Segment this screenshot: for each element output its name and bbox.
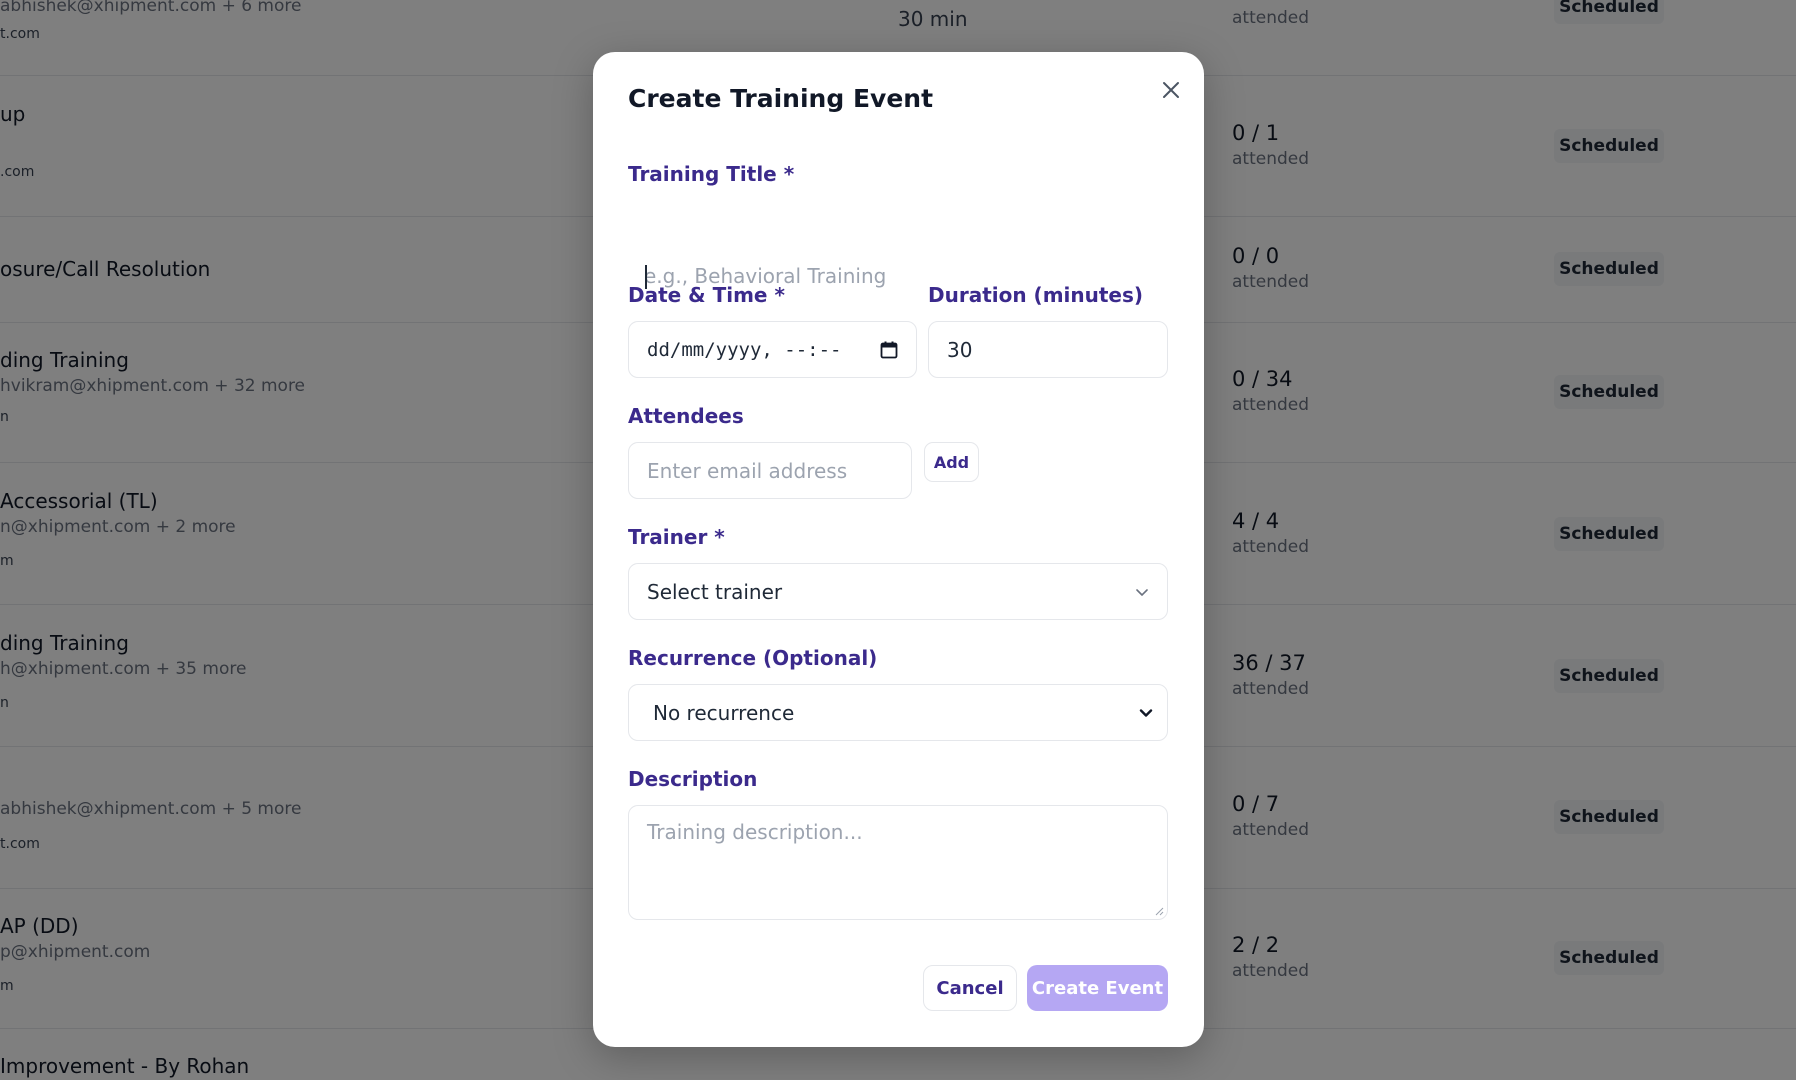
attendee-email-input[interactable]: Enter email address [628,442,912,499]
attendees-label: Attendees [628,404,744,428]
resize-handle-icon[interactable] [1154,906,1164,916]
recurrence-select-value: No recurrence [653,700,795,725]
description-textarea[interactable]: Training description... [628,805,1168,920]
trainer-select[interactable]: Select trainer [628,563,1168,620]
create-event-button[interactable]: Create Event [1027,965,1168,1011]
create-training-event-dialog: Create Training Event Training Title * D… [593,52,1204,1047]
dialog-title: Create Training Event [628,84,934,113]
chevron-down-icon [1139,708,1153,717]
close-icon [1163,82,1179,98]
trainer-label: Trainer * [628,525,725,549]
close-button[interactable] [1155,74,1187,106]
description-placeholder: Training description... [647,820,863,844]
attendee-email-placeholder: Enter email address [647,458,848,483]
duration-label: Duration (minutes) [928,283,1144,307]
duration-value: 30 [947,337,973,362]
trainer-select-value: Select trainer [647,579,783,604]
add-attendee-button[interactable]: Add [924,442,979,482]
calendar-icon[interactable] [880,341,898,359]
recurrence-label: Recurrence (Optional) [628,646,878,670]
datetime-value: dd/mm/yyyy, --:-- [647,338,842,361]
training-title-label: Training Title * [628,162,795,186]
chevron-down-icon [1136,588,1148,596]
datetime-input[interactable]: dd/mm/yyyy, --:-- [628,321,917,378]
cancel-button[interactable]: Cancel [923,965,1017,1011]
duration-input[interactable]: 30 [928,321,1168,378]
description-label: Description [628,767,758,791]
recurrence-select[interactable]: No recurrence [628,684,1168,741]
datetime-label: Date & Time * [628,283,785,307]
